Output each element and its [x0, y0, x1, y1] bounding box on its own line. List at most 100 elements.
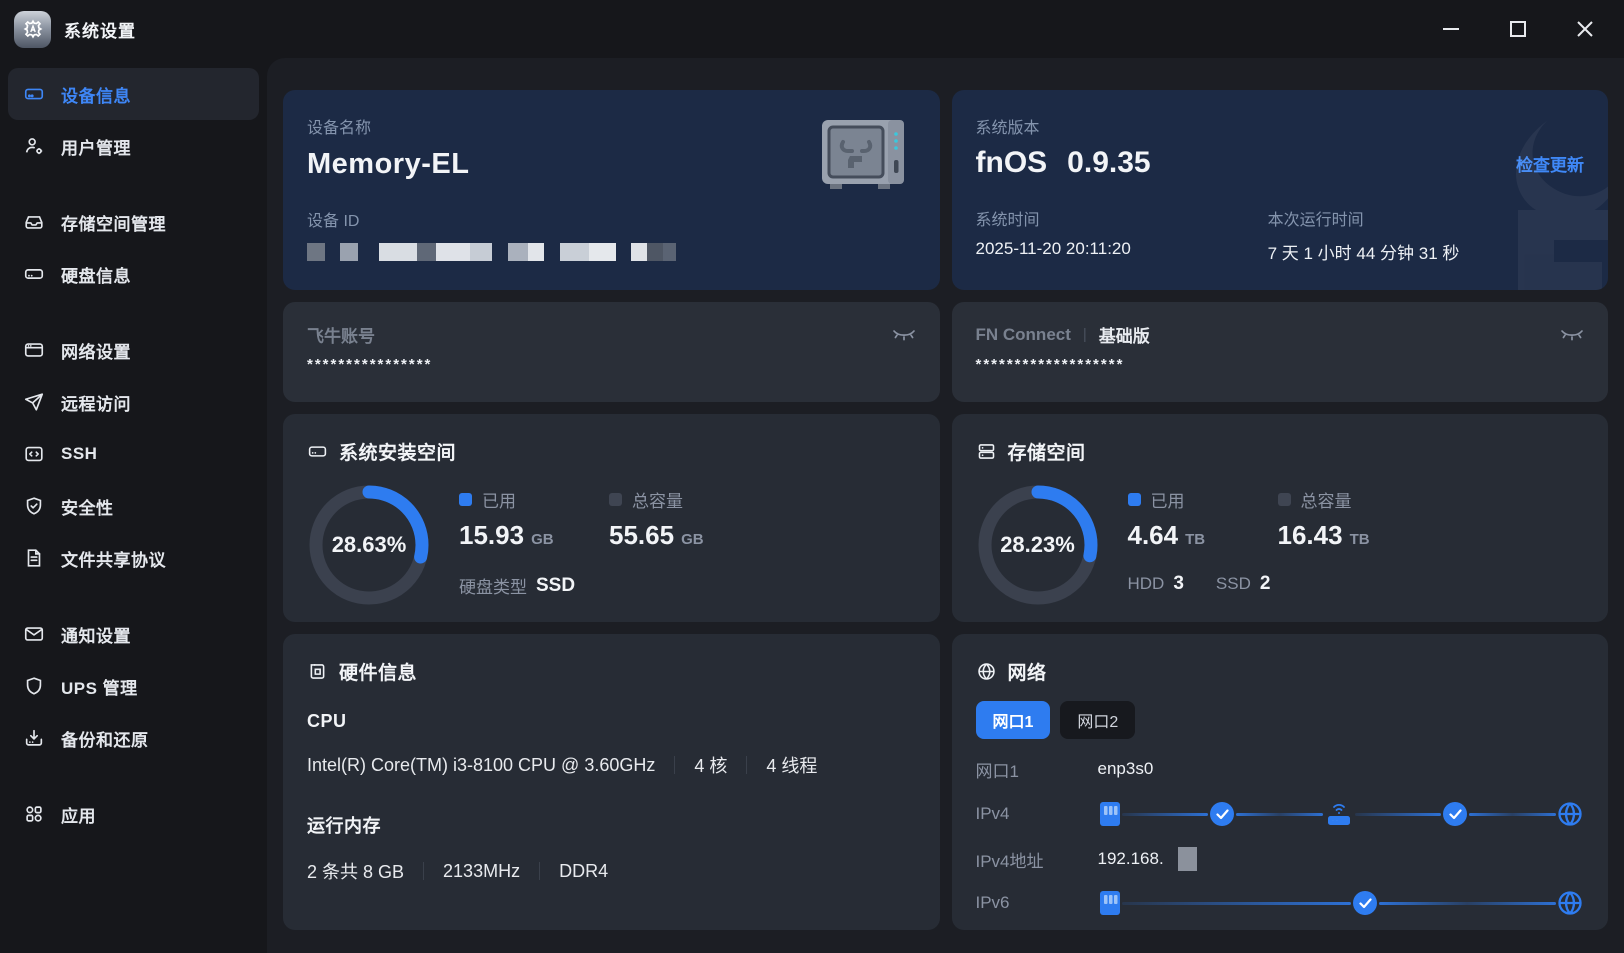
- shield-icon: [22, 674, 46, 698]
- id-block: [663, 243, 676, 261]
- id-block: [647, 243, 663, 261]
- network-title: 网络: [1007, 663, 1047, 684]
- port-label: 网口1: [975, 761, 1019, 781]
- sidebar-item-remote-access[interactable]: 远程访问: [8, 376, 259, 428]
- document-icon: [22, 546, 46, 570]
- used-unit: GB: [531, 531, 554, 548]
- sidebar-item-file-sharing[interactable]: 文件共享协议: [8, 532, 259, 584]
- sidebar-item-device-info[interactable]: 设备信息: [8, 68, 259, 120]
- total-label: 总容量: [632, 492, 683, 511]
- total-value: 16.43: [1277, 520, 1343, 550]
- globe-icon: [977, 663, 995, 680]
- check-icon: [1443, 802, 1468, 826]
- drive-icon: [308, 446, 327, 457]
- feiniu-account-label: 飞牛账号: [307, 327, 375, 346]
- code-terminal-icon: [22, 442, 46, 466]
- shield-check-icon: [22, 494, 46, 518]
- sidebar-item-storage-management[interactable]: 存储空间管理: [8, 196, 259, 248]
- id-block: [470, 243, 492, 261]
- storage-space-card: 存储空间 28.23% 已用 4.64 TB 总容量 16.43 TB HDD …: [951, 414, 1608, 622]
- total-unit: TB: [1349, 531, 1370, 548]
- used-value: 15.93: [459, 520, 525, 550]
- used-unit: TB: [1185, 531, 1206, 548]
- tab-port2[interactable]: 网口2: [1060, 701, 1136, 739]
- id-block: [417, 243, 436, 261]
- storage-inbox-icon: [22, 210, 46, 234]
- separator: |: [1082, 326, 1087, 343]
- total-legend-swatch: [1277, 493, 1291, 506]
- check-update-link[interactable]: 检查更新: [1516, 151, 1584, 176]
- id-block: [307, 243, 325, 261]
- sidebar-item-user-management[interactable]: 用户管理: [8, 120, 259, 172]
- close-button[interactable]: [1572, 16, 1598, 42]
- window-title: 系统设置: [64, 21, 136, 41]
- used-value: 4.64: [1127, 520, 1179, 550]
- device-id-redacted: [307, 243, 916, 261]
- id-block: [508, 243, 528, 261]
- total-value: 55.65: [609, 520, 675, 550]
- ipv4-address-redacted: [1177, 847, 1197, 871]
- os-version: 0.9.35: [1067, 146, 1151, 179]
- sidebar-item-security[interactable]: 安全性: [8, 480, 259, 532]
- ssd-count: 2: [1259, 573, 1271, 594]
- id-block: [528, 243, 544, 261]
- nas-node-icon: [1098, 800, 1122, 828]
- storage-space-donut: 28.23%: [976, 483, 1100, 607]
- app-logo-gear-icon: [14, 10, 51, 48]
- maximize-button[interactable]: [1505, 16, 1531, 42]
- used-label: 已用: [1150, 492, 1185, 511]
- sidebar-item-apps[interactable]: 应用: [8, 788, 259, 840]
- paper-plane-icon: [22, 390, 46, 414]
- fn-connect-label: FN Connect: [975, 324, 1071, 344]
- nas-drive-icon: [22, 82, 46, 106]
- titlebar: 系统设置: [0, 0, 1624, 58]
- system-time-label: 系统时间: [975, 212, 1040, 229]
- hardware-title: 硬件信息: [339, 663, 418, 684]
- sidebar-item-network-settings[interactable]: 网络设置: [8, 324, 259, 376]
- system-space-donut: 28.63%: [307, 483, 431, 607]
- uptime-label: 本次运行时间: [1267, 212, 1364, 229]
- uptime-value: 7 天 1 小时 44 分钟 31 秒: [1267, 244, 1460, 263]
- ram-label: 运行内存: [307, 816, 381, 836]
- used-legend-swatch: [459, 493, 472, 506]
- used-label: 已用: [482, 492, 516, 511]
- sidebar-item-notifications[interactable]: 通知设置: [8, 608, 259, 660]
- ssd-label: SSD: [1215, 574, 1251, 593]
- ipv4-address-label: IPv4地址: [975, 851, 1044, 871]
- tab-port1[interactable]: 网口1: [975, 701, 1051, 739]
- system-space-percent: 28.63%: [331, 532, 407, 557]
- ram-speed: 2133MHz: [443, 860, 521, 881]
- sidebar-item-ssh[interactable]: SSH: [8, 428, 259, 480]
- feiniu-account-masked-value: ****************: [307, 356, 433, 373]
- mail-icon: [22, 622, 46, 646]
- internet-globe-icon: [1556, 800, 1584, 828]
- total-legend-swatch: [609, 493, 622, 506]
- minimize-button[interactable]: [1438, 16, 1464, 42]
- ram-type: DDR4: [559, 860, 609, 881]
- chip-icon: [310, 664, 325, 679]
- id-block: [589, 243, 616, 261]
- user-gear-icon: [22, 134, 46, 158]
- device-info-card: 设备名称 Memory-EL 设备 ID: [283, 90, 940, 290]
- used-legend-swatch: [1127, 493, 1141, 506]
- ipv4-address-value: 192.168.: [1097, 849, 1164, 868]
- hdd-label: HDD: [1127, 574, 1165, 593]
- router-icon: [1323, 799, 1355, 829]
- total-unit: GB: [681, 531, 704, 548]
- eye-closed-icon[interactable]: [1560, 326, 1584, 344]
- hardware-info-card: 硬件信息 CPU Intel(R) Core(TM) i3-8100 CPU @…: [283, 634, 940, 930]
- os-name: fnOS: [975, 146, 1048, 179]
- sidebar-item-disk-info[interactable]: 硬盘信息: [8, 248, 259, 300]
- sidebar-item-backup-restore[interactable]: 备份和还原: [8, 712, 259, 764]
- storage-space-title: 存储空间: [1007, 443, 1086, 464]
- cpu-model: Intel(R) Core(TM) i3-8100 CPU @ 3.60GHz: [307, 754, 656, 775]
- fn-connect-card: FN Connect | 基础版 *******************: [951, 302, 1608, 402]
- sidebar-item-ups[interactable]: UPS 管理: [8, 660, 259, 712]
- eye-closed-icon[interactable]: [892, 326, 916, 344]
- system-time-value: 2025-11-20 20:11:20: [975, 239, 1131, 258]
- ipv6-topology: [1098, 889, 1585, 917]
- fn-connect-tier: 基础版: [1098, 327, 1150, 346]
- download-tray-icon: [22, 726, 46, 750]
- feiniu-account-card: 飞牛账号 ****************: [283, 302, 940, 402]
- system-space-title: 系统安装空间: [339, 443, 457, 464]
